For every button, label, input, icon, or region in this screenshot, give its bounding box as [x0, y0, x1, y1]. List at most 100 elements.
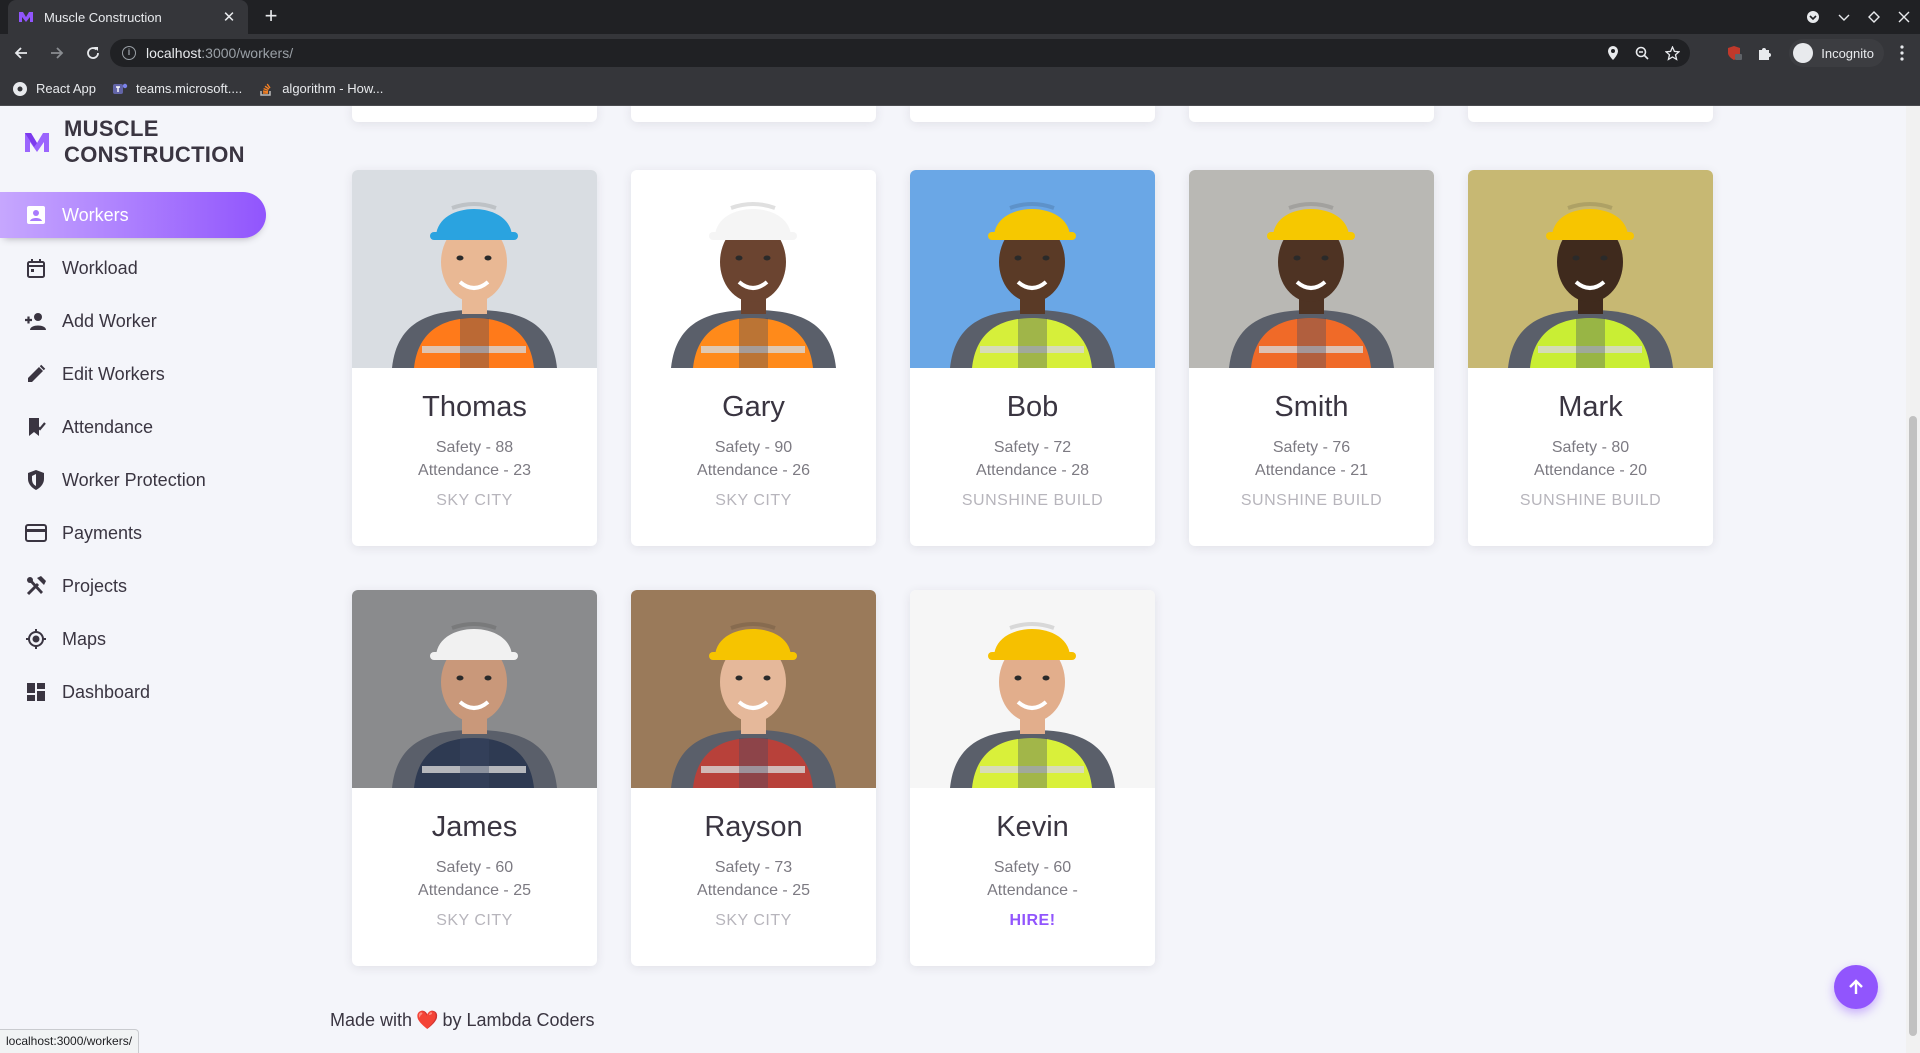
sidebar-item-payments[interactable]: Payments — [0, 510, 290, 556]
worker-attendance: Attendance - 25 — [697, 882, 810, 899]
tab-close-icon[interactable]: ✕ — [220, 8, 238, 26]
calendar-icon — [24, 256, 48, 280]
worker-card[interactable]: Rayson Safety - 73 Attendance - 25 SKY CITY — [631, 590, 876, 966]
worker-company: SUNSHINE BUILD — [1519, 492, 1662, 509]
sidebar-item-add-worker[interactable]: Add Worker — [0, 298, 290, 344]
close-window-icon[interactable] — [1898, 11, 1910, 23]
sidebar-item-label: Workload — [62, 257, 138, 278]
worker-name: Gary — [722, 391, 785, 423]
sidebar-item-edit-workers[interactable]: Edit Workers — [0, 351, 290, 397]
tab-search-icon[interactable] — [1806, 10, 1820, 24]
worker-company: SKY CITY — [436, 492, 513, 509]
worker-photo — [352, 590, 597, 788]
omnibox-actions — [1607, 39, 1680, 67]
brand-name: MUSCLE CONSTRUCTION — [64, 116, 245, 168]
worker-card-partial[interactable] — [910, 106, 1155, 122]
profile-button[interactable]: Incognito — [1789, 39, 1884, 67]
pencil-icon — [24, 362, 48, 386]
bookmark-label: algorithm - How... — [282, 81, 384, 96]
worker-card[interactable]: James Safety - 60 Attendance - 25 SKY CITY — [352, 590, 597, 966]
worker-card[interactable]: Smith Safety - 76 Attendance - 21 SUNSHINE … — [1189, 170, 1434, 546]
sidebar-nav: Workers Workload Add Worker Edit Workers… — [0, 192, 290, 722]
worker-card[interactable]: Thomas Safety - 88 Attendance - 23 SKY CITY — [352, 170, 597, 546]
kebab-menu-icon — [1900, 45, 1904, 61]
profile-label: Incognito — [1821, 45, 1874, 61]
sidebar-item-workload[interactable]: Workload — [0, 245, 290, 291]
worker-card[interactable]: Bob Safety - 72 Attendance - 28 SUNSHINE BU… — [910, 170, 1155, 546]
bookmark-react-app[interactable]: React App — [12, 81, 96, 97]
bookmark-teams[interactable]: teams.microsoft.... — [112, 81, 242, 97]
sidebar: MUSCLE CONSTRUCTION Workers Workload Add… — [0, 106, 290, 1053]
worker-card-partial[interactable] — [1468, 106, 1713, 122]
heart-icon: ❤️ — [416, 1010, 439, 1030]
forward-button[interactable] — [42, 38, 72, 68]
sidebar-item-maps[interactable]: Maps — [0, 616, 290, 662]
worker-safety: Safety - 76 — [1272, 439, 1351, 456]
worker-name: Kevin — [996, 811, 1069, 843]
reload-icon — [87, 47, 99, 59]
sidebar-item-label: Maps — [62, 628, 107, 649]
sidebar-item-label: Edit Workers — [62, 363, 165, 384]
arrow-right-icon — [51, 47, 64, 59]
worker-card-partial[interactable] — [352, 106, 597, 122]
worker-name: James — [431, 811, 518, 843]
address-bar[interactable]: i localhost:3000/workers/ — [110, 39, 1690, 67]
stackoverflow-icon — [260, 83, 271, 96]
worker-company: SKY CITY — [715, 912, 792, 929]
footer-prefix: Made with — [330, 1010, 413, 1030]
dashboard-icon — [24, 680, 48, 704]
back-button[interactable] — [6, 38, 36, 68]
worker-badge-icon — [24, 203, 48, 227]
sidebar-item-projects[interactable]: Projects — [0, 563, 290, 609]
restore-icon[interactable] — [1868, 11, 1880, 23]
worker-attendance: Attendance - 20 — [1534, 462, 1647, 479]
bookmark-stackoverflow[interactable]: algorithm - How... — [258, 81, 383, 97]
app-root: MUSCLE CONSTRUCTION Workers Workload Add… — [0, 106, 1920, 1053]
worker-attendance: Attendance - — [987, 882, 1078, 899]
worker-photo — [352, 170, 597, 368]
worker-safety: Safety - 60 — [435, 859, 514, 876]
window-controls — [1806, 0, 1910, 34]
sidebar-item-dashboard[interactable]: Dashboard — [0, 669, 290, 715]
react-icon — [13, 81, 27, 96]
worker-card-partial[interactable] — [1189, 106, 1434, 122]
browser-menu-button[interactable] — [1894, 39, 1910, 67]
sidebar-item-workers[interactable]: Workers — [0, 192, 266, 238]
puzzle-extensions-icon[interactable] — [1756, 45, 1772, 61]
worker-company: SUNSHINE BUILD — [1240, 492, 1383, 509]
url-text[interactable]: localhost:3000/workers/ — [146, 45, 293, 61]
scroll-to-top-button[interactable] — [1834, 965, 1878, 1009]
sidebar-item-worker-protection[interactable]: Worker Protection — [0, 457, 290, 503]
zoom-icon[interactable] — [1635, 46, 1649, 60]
site-info-icon[interactable]: i — [122, 46, 136, 60]
sidebar-item-attendance[interactable]: Attendance — [0, 404, 290, 450]
minimize-icon[interactable] — [1838, 11, 1850, 23]
reload-button[interactable] — [78, 38, 108, 68]
location-target-icon — [24, 627, 48, 651]
worker-company: SUNSHINE BUILD — [961, 492, 1104, 509]
browser-tab-strip: Muscle Construction ✕ + — [0, 0, 1920, 34]
worker-safety: Safety - 80 — [1551, 439, 1630, 456]
worker-card-partial[interactable] — [631, 106, 876, 122]
url-host: localhost — [146, 45, 202, 61]
star-bookmark-icon[interactable] — [1665, 45, 1680, 61]
brand[interactable]: MUSCLE CONSTRUCTION — [24, 116, 245, 168]
page-scrollbar[interactable] — [1906, 106, 1920, 1053]
footer-suffix: by Lambda Coders — [442, 1010, 595, 1030]
worker-card[interactable]: Mark Safety - 80 Attendance - 20 SUNSHINE B… — [1468, 170, 1713, 546]
credit-card-icon — [24, 521, 48, 545]
new-tab-button[interactable]: + — [258, 4, 284, 30]
browser-tab[interactable]: Muscle Construction ✕ — [8, 0, 248, 34]
hire-link[interactable]: HIRE! — [910, 912, 1155, 930]
tools-icon — [24, 574, 48, 598]
worker-name: Bob — [1006, 391, 1059, 423]
worker-safety: Safety - 60 — [993, 859, 1072, 876]
ublock-extension-icon[interactable] — [1726, 45, 1742, 61]
bookmarks-bar: React App teams.microsoft.... algorithm … — [0, 72, 1920, 106]
worker-card[interactable]: Kevin Safety - 60 Attendance - HIRE! — [910, 590, 1155, 966]
worker-company: SKY CITY — [715, 492, 792, 509]
location-pin-icon[interactable] — [1607, 46, 1619, 60]
worker-card[interactable]: Gary Safety - 90 Attendance - 26 SKY CITY — [631, 170, 876, 546]
scrollbar-thumb[interactable] — [1909, 416, 1917, 1036]
worker-name: Thomas — [422, 391, 527, 423]
